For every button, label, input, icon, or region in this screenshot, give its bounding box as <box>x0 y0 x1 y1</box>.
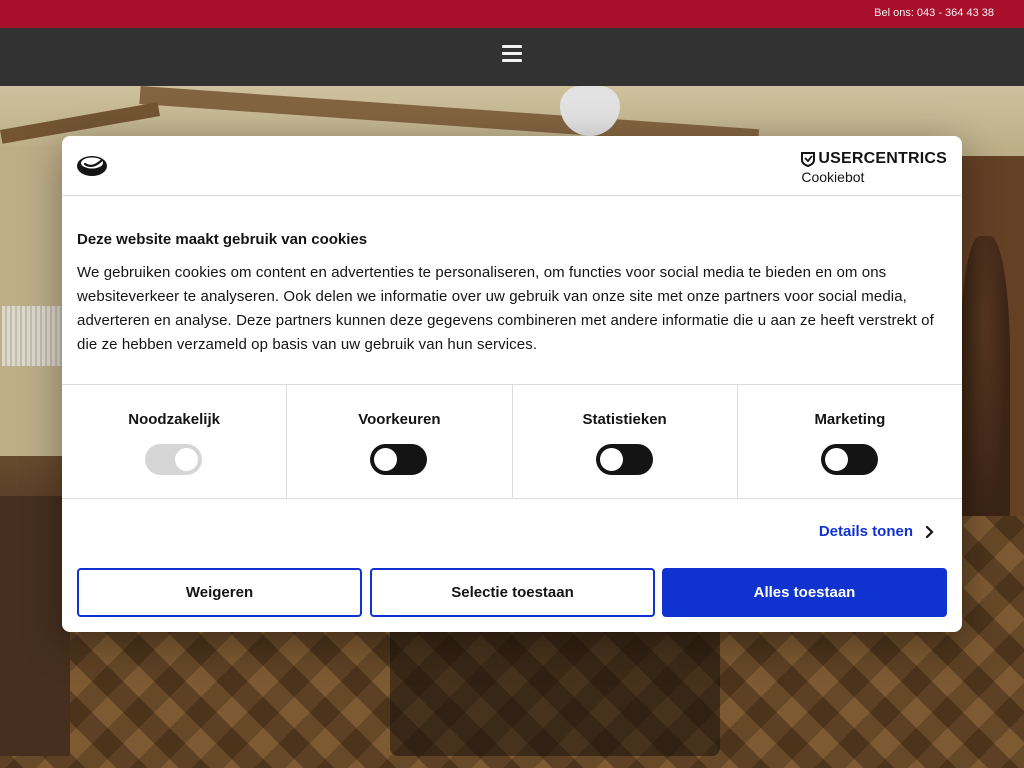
category-label: Statistieken <box>582 411 667 428</box>
marketing-toggle[interactable] <box>820 444 878 475</box>
chevron-right-icon <box>925 525 934 538</box>
statistics-toggle[interactable] <box>595 444 653 475</box>
preferences-toggle[interactable] <box>370 444 428 475</box>
category-marketing: Marketing <box>738 385 962 498</box>
necessary-toggle <box>145 444 203 475</box>
cookie-consent-dialog: USERCENTRICS Cookiebot Deze website maak… <box>62 136 962 632</box>
category-statistics: Statistieken <box>513 385 738 498</box>
reject-button[interactable]: Weigeren <box>77 568 362 617</box>
category-label: Marketing <box>814 411 886 428</box>
show-details-label: Details tonen <box>818 523 913 540</box>
category-necessary: Noodzakelijk <box>62 385 288 498</box>
consent-buttons: Weigeren Selectie toestaan Alles toestaa… <box>77 568 947 617</box>
allow-selection-button[interactable]: Selectie toestaan <box>370 568 655 617</box>
shield-icon <box>801 151 816 167</box>
cookie-brand-icon <box>77 156 107 176</box>
logo-subtitle: Cookiebot <box>801 169 865 185</box>
allow-all-button[interactable]: Alles toestaan <box>662 568 947 617</box>
usercentrics-logo[interactable]: USERCENTRICS Cookiebot <box>801 150 947 185</box>
dialog-description: We gebruiken cookies om content en adver… <box>77 264 934 353</box>
category-label: Voorkeuren <box>358 411 441 428</box>
dialog-title: Deze website maakt gebruik van cookies <box>77 231 368 248</box>
dialog-header: USERCENTRICS Cookiebot <box>62 136 962 196</box>
show-details-link[interactable]: Details tonen <box>819 523 934 540</box>
logo-wordmark: USERCENTRICS <box>818 150 947 167</box>
category-label: Noodzakelijk <box>128 411 220 428</box>
category-preferences: Voorkeuren <box>287 385 513 498</box>
dialog-body: Deze website maakt gebruik van cookies W… <box>77 231 947 357</box>
consent-category-toggles: Noodzakelijk Voorkeuren Statistieken Mar… <box>62 384 962 499</box>
